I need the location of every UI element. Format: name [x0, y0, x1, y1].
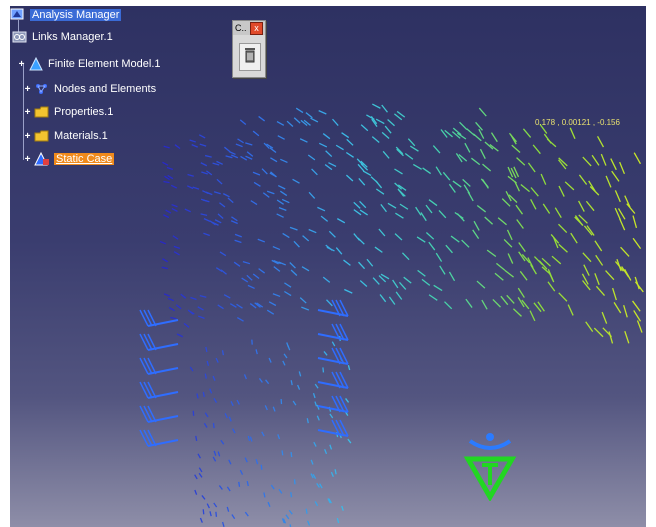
- tree-root-label: Analysis Manager: [30, 9, 122, 21]
- toolbar-titlebar[interactable]: C.. x: [233, 21, 265, 35]
- tree-item-label: Materials.1: [54, 130, 108, 142]
- delete-trash-icon: [244, 47, 256, 68]
- folder-icon: [34, 129, 50, 143]
- expand-icon[interactable]: +: [24, 84, 31, 94]
- tree-item-nodes-and-elements[interactable]: + Nodes and Elements: [24, 80, 157, 98]
- tree-item-label: Nodes and Elements: [54, 83, 157, 95]
- delete-tool-button[interactable]: [239, 43, 261, 71]
- expand-icon[interactable]: +: [24, 154, 31, 164]
- expand-icon[interactable]: +: [24, 131, 31, 141]
- nodes-elements-icon: [34, 82, 50, 96]
- 3d-viewport[interactable]: Analysis Manager Links Manager.1 + Finit…: [10, 6, 646, 527]
- expand-icon[interactable]: +: [18, 59, 25, 69]
- tree-item-static-case[interactable]: + Static Case: [24, 150, 115, 168]
- tree-root[interactable]: Analysis Manager: [10, 6, 122, 24]
- tree-item-properties[interactable]: + Properties.1: [24, 103, 114, 121]
- folder-icon: [34, 105, 50, 119]
- static-case-icon: [34, 151, 50, 166]
- tree-item-label: Static Case: [54, 153, 115, 165]
- tree-item-label: Properties.1: [54, 106, 114, 118]
- tree-item-finite-element-model[interactable]: + Finite Element Model.1: [18, 55, 161, 73]
- tree-item-links-manager[interactable]: Links Manager.1: [12, 28, 113, 46]
- tree-item-label: Finite Element Model.1: [48, 58, 161, 70]
- floating-toolbar[interactable]: C.. x: [232, 20, 266, 78]
- tree-item-materials[interactable]: + Materials.1: [24, 127, 108, 145]
- expand-icon[interactable]: +: [24, 107, 31, 117]
- compass-icon[interactable]: [462, 431, 518, 506]
- links-manager-icon: [12, 30, 28, 44]
- toolbar-title: C..: [235, 23, 247, 33]
- finite-element-model-icon: [28, 56, 44, 71]
- coordinate-readout: 0.178 , 0.00121 , -0.156: [535, 118, 620, 127]
- analysis-manager-icon: [10, 8, 26, 22]
- close-button[interactable]: x: [250, 21, 263, 35]
- tree-item-label: Links Manager.1: [32, 31, 113, 43]
